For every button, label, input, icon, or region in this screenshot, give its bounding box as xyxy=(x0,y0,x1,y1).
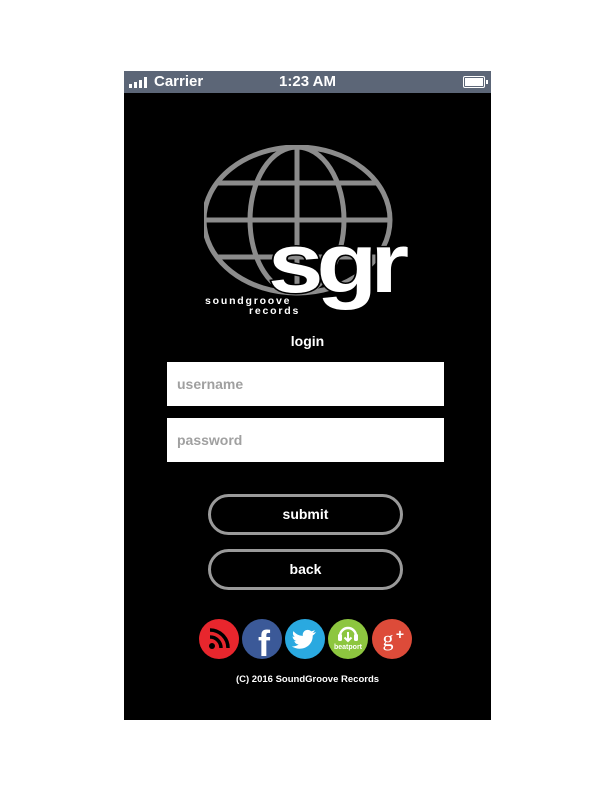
password-input[interactable] xyxy=(167,418,444,462)
submit-button[interactable]: submit xyxy=(208,494,403,535)
google-plus-icon[interactable]: g + xyxy=(372,619,412,659)
twitter-icon[interactable] xyxy=(285,619,325,659)
login-title: login xyxy=(290,333,325,349)
rss-icon[interactable] xyxy=(199,619,239,659)
status-bar: Carrier 1:23 AM xyxy=(124,71,491,93)
svg-text:g: g xyxy=(383,626,394,651)
phone-screen: Carrier 1:23 AM sgr soundgroove records … xyxy=(124,71,491,720)
svg-text:beatport: beatport xyxy=(334,644,363,651)
logo-line2: records xyxy=(249,305,300,317)
soundgroove-logo: sgr soundgroove records xyxy=(204,145,414,317)
facebook-icon[interactable]: f xyxy=(242,619,282,659)
back-button[interactable]: back xyxy=(208,549,403,590)
copyright-text: (C) 2016 SoundGroove Records xyxy=(235,674,380,685)
username-input[interactable] xyxy=(167,362,444,406)
battery-icon xyxy=(463,76,488,88)
svg-text:+: + xyxy=(396,626,404,642)
beatport-icon[interactable]: beatport xyxy=(328,619,368,659)
status-time: 1:23 AM xyxy=(279,73,336,90)
svg-text:f: f xyxy=(258,623,271,659)
